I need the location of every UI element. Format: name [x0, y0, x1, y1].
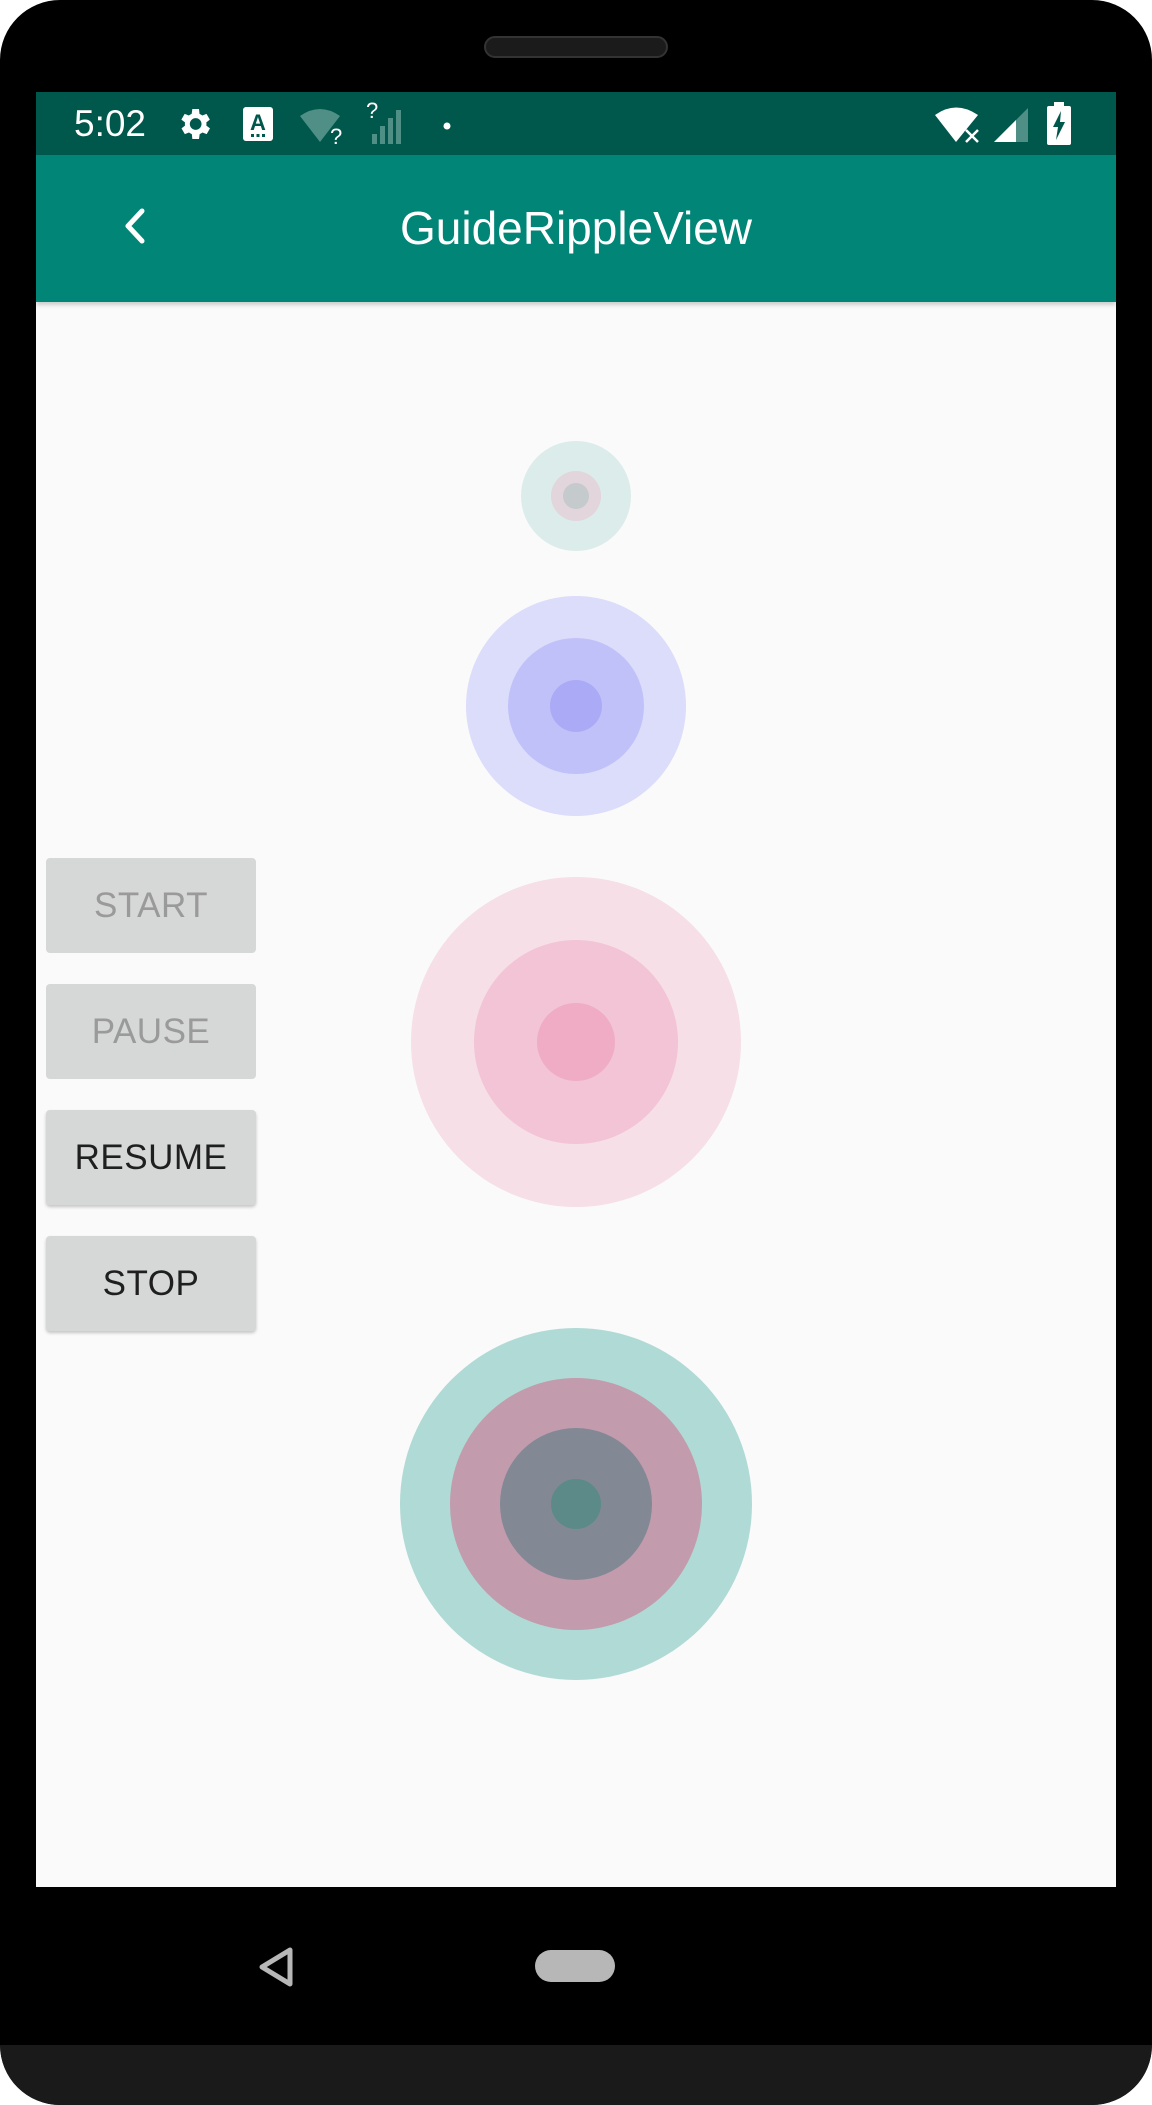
- ripple-core: [550, 680, 602, 732]
- app-bar: GuideRippleView: [36, 155, 1116, 302]
- dot-icon: [442, 118, 452, 136]
- wifi-question-icon: ?: [298, 106, 350, 151]
- app-screen: 5:02 A ? ? GuideRippleView START PAUSE R…: [36, 92, 1116, 1887]
- resume-button[interactable]: RESUME: [46, 1110, 256, 1205]
- navigation-bar: [0, 1887, 1152, 2045]
- svg-text:?: ?: [330, 124, 342, 146]
- back-triangle-icon: [252, 1947, 302, 1996]
- device-frame: 5:02 A ? ? GuideRippleView START PAUSE R…: [0, 0, 1152, 2105]
- svg-text:?: ?: [366, 100, 378, 123]
- signal-icon: [992, 106, 1030, 149]
- signal-question-icon: ?: [366, 98, 410, 151]
- page-title: GuideRippleView: [399, 202, 753, 254]
- wifi-off-icon: [934, 106, 982, 149]
- home-pill-icon[interactable]: [535, 1950, 615, 1982]
- nav-back-button[interactable]: [252, 1942, 302, 1992]
- svg-text:A: A: [250, 110, 266, 135]
- status-bar: 5:02 A ? ?: [36, 92, 1116, 155]
- back-button[interactable]: [100, 193, 170, 263]
- chevron-left-icon: [120, 206, 150, 251]
- ripple-core: [537, 1003, 615, 1081]
- earpiece-speaker: [484, 36, 668, 58]
- keyboard-a-icon: A: [242, 106, 274, 147]
- device-bottom-edge: [0, 2045, 1152, 2105]
- ripple-core: [551, 1479, 601, 1529]
- battery-charging-icon: [1046, 102, 1072, 151]
- stop-button[interactable]: STOP: [46, 1236, 256, 1331]
- ripple-core: [563, 483, 589, 509]
- start-button[interactable]: START: [46, 858, 256, 953]
- pause-button[interactable]: PAUSE: [46, 984, 256, 1079]
- status-time: 5:02: [74, 103, 147, 144]
- settings-icon: [174, 104, 214, 149]
